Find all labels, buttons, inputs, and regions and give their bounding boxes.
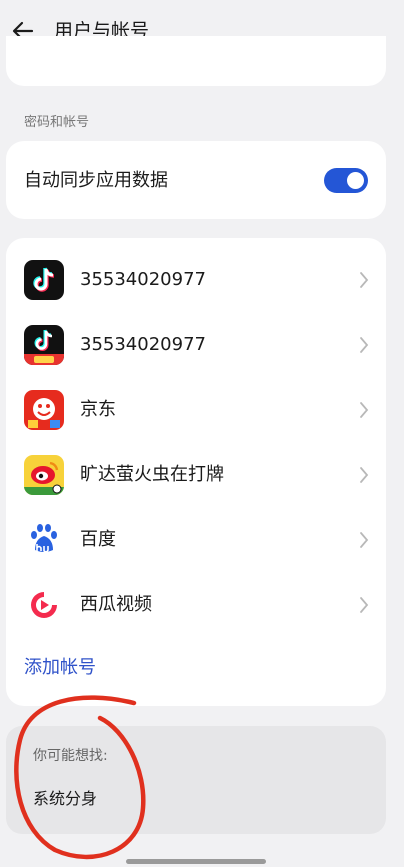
- account-label: 35534020977: [80, 334, 206, 355]
- home-indicator: [126, 859, 266, 864]
- sync-toggle[interactable]: [324, 168, 368, 193]
- chevron-right-icon: [360, 272, 369, 288]
- account-row[interactable]: 35534020977: [6, 248, 386, 313]
- chevron-right-icon: [360, 532, 369, 548]
- douyin-icon: [24, 260, 64, 300]
- account-label: 西瓜视频: [80, 594, 152, 615]
- suggestion-card: 你可能想找: 系统分身: [6, 726, 386, 834]
- add-account-button[interactable]: 添加帐号: [24, 656, 96, 680]
- jd-icon: [24, 390, 64, 430]
- chevron-right-icon: [360, 337, 369, 353]
- account-row[interactable]: 百度: [6, 508, 386, 573]
- accounts-card: 35534020977 35534020977 京东 旷达萤火虫在打牌 百度 西…: [6, 238, 386, 706]
- sync-label: 自动同步应用数据: [24, 170, 168, 191]
- chevron-right-icon: [360, 597, 369, 613]
- chevron-right-icon: [360, 402, 369, 418]
- account-label: 旷达萤火虫在打牌: [80, 464, 224, 485]
- account-row[interactable]: 35534020977: [6, 313, 386, 378]
- screen: 用户与帐号 密码和帐号 自动同步应用数据 35534020977 3553402…: [0, 0, 404, 867]
- account-label: 京东: [80, 399, 116, 420]
- xigua-icon: [24, 585, 64, 625]
- sync-card: 自动同步应用数据: [6, 141, 386, 219]
- account-label: 35534020977: [80, 269, 206, 290]
- account-row[interactable]: 旷达萤火虫在打牌: [6, 443, 386, 508]
- toggle-knob: [347, 172, 364, 189]
- account-row[interactable]: 京东: [6, 378, 386, 443]
- account-label: 百度: [80, 529, 116, 550]
- section-label: 密码和帐号: [24, 115, 90, 130]
- douyin-lite-icon: [24, 325, 64, 365]
- suggestion-title: 你可能想找:: [33, 748, 108, 764]
- chevron-right-icon: [360, 467, 369, 483]
- baidu-icon: [24, 520, 64, 560]
- top-card: [6, 36, 386, 86]
- suggestion-item[interactable]: 系统分身: [33, 788, 97, 810]
- account-row[interactable]: 西瓜视频: [6, 573, 386, 638]
- weibo-icon: [24, 455, 64, 495]
